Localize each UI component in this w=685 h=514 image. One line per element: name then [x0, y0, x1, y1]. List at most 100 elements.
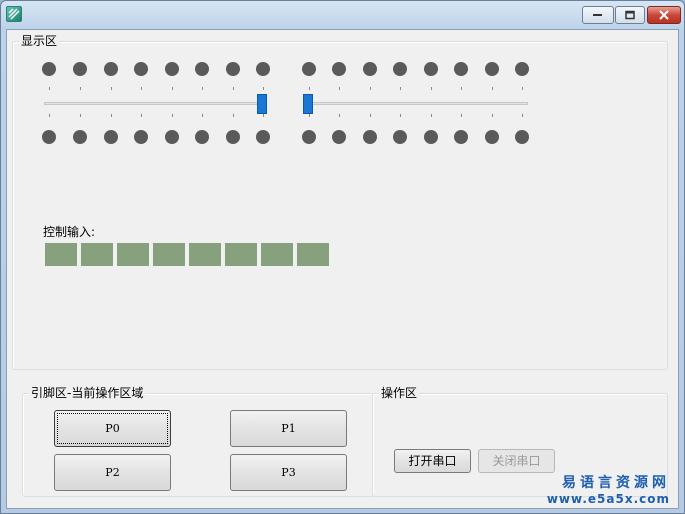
led-indicator	[195, 62, 209, 76]
control-input-label: 控制输入:	[43, 225, 96, 239]
control-input-cell[interactable]	[261, 243, 293, 266]
slider-tick	[263, 114, 264, 117]
led-indicator	[393, 62, 407, 76]
led-indicator	[42, 130, 56, 144]
slider-tick	[431, 87, 432, 90]
title-bar[interactable]	[1, 1, 684, 27]
slider-tick	[263, 87, 264, 90]
maximize-button[interactable]	[615, 6, 645, 24]
led-indicator	[454, 130, 468, 144]
led-indicator	[256, 130, 270, 144]
slider-tick	[522, 87, 523, 90]
led-indicator	[226, 62, 240, 76]
led-indicator	[485, 130, 499, 144]
led-indicator	[104, 130, 118, 144]
slider-tick	[202, 87, 203, 90]
led-indicator	[515, 62, 529, 76]
left-slider-track[interactable]	[44, 102, 265, 105]
led-indicator	[195, 130, 209, 144]
slider-tick	[80, 114, 81, 117]
slider-tick	[141, 114, 142, 117]
p1-button[interactable]: P1	[230, 410, 347, 447]
slider-tick	[522, 114, 523, 117]
led-indicator	[424, 62, 438, 76]
led-indicator	[454, 62, 468, 76]
control-input-cell[interactable]	[225, 243, 257, 266]
operation-area-label: 操作区	[379, 385, 420, 401]
led-indicator	[424, 130, 438, 144]
pin-area-label: 引脚区-当前操作区域	[29, 385, 146, 401]
main-window: 显示区 控制输入: 引脚区-当前操作区域 P0 P1 P2 P3 操作区 打开串…	[0, 0, 685, 514]
slider-tick	[431, 114, 432, 117]
close-button[interactable]	[647, 6, 681, 24]
display-area-label: 显示区	[19, 33, 60, 49]
led-indicator	[515, 130, 529, 144]
slider-tick	[370, 87, 371, 90]
slider-tick	[172, 87, 173, 90]
control-input-cell[interactable]	[117, 243, 149, 266]
slider-tick	[309, 87, 310, 90]
watermark-cn: 易语言资源网	[562, 475, 670, 491]
watermark: 易语言资源网 www.e5a5x.com	[547, 475, 670, 507]
slider-tick	[80, 87, 81, 90]
minimize-button[interactable]	[582, 6, 614, 24]
maximize-icon	[625, 10, 635, 20]
control-input-cell[interactable]	[297, 243, 329, 266]
led-indicator	[134, 130, 148, 144]
led-indicator	[485, 62, 499, 76]
watermark-url: www.e5a5x.com	[546, 492, 670, 506]
led-indicator	[226, 130, 240, 144]
p0-button[interactable]: P0	[54, 410, 171, 447]
left-slider-thumb[interactable]	[257, 94, 267, 114]
minimize-icon	[593, 14, 602, 16]
slider-tick	[400, 87, 401, 90]
slider-tick	[492, 114, 493, 117]
open-port-button[interactable]: 打开串口	[394, 449, 471, 473]
slider-tick	[202, 114, 203, 117]
slider-tick	[461, 114, 462, 117]
slider-tick	[492, 87, 493, 90]
app-logo-icon	[6, 6, 22, 22]
close-icon	[659, 10, 669, 20]
client-area: 显示区 控制输入: 引脚区-当前操作区域 P0 P1 P2 P3 操作区 打开串…	[6, 29, 679, 509]
p3-button[interactable]: P3	[230, 454, 347, 491]
led-indicator	[73, 130, 87, 144]
slider-tick	[461, 87, 462, 90]
slider-tick	[141, 87, 142, 90]
slider-tick	[339, 87, 340, 90]
led-indicator	[165, 62, 179, 76]
led-indicator	[134, 62, 148, 76]
led-indicator	[73, 62, 87, 76]
slider-tick	[49, 87, 50, 90]
led-indicator	[332, 130, 346, 144]
control-input-cell[interactable]	[153, 243, 185, 266]
led-indicator	[332, 62, 346, 76]
led-indicator	[363, 62, 377, 76]
slider-tick	[111, 87, 112, 90]
led-indicator	[302, 62, 316, 76]
control-input-cell[interactable]	[189, 243, 221, 266]
slider-tick	[49, 114, 50, 117]
right-slider-thumb[interactable]	[303, 94, 313, 114]
slider-tick	[339, 114, 340, 117]
control-input-cell[interactable]	[81, 243, 113, 266]
led-indicator	[393, 130, 407, 144]
control-input-cell[interactable]	[45, 243, 77, 266]
led-indicator	[302, 130, 316, 144]
slider-tick	[233, 87, 234, 90]
led-indicator	[104, 62, 118, 76]
slider-tick	[233, 114, 234, 117]
p2-button[interactable]: P2	[54, 454, 171, 491]
slider-tick	[172, 114, 173, 117]
led-indicator	[42, 62, 56, 76]
slider-tick	[370, 114, 371, 117]
slider-tick	[309, 114, 310, 117]
slider-tick	[111, 114, 112, 117]
close-port-button[interactable]: 关闭串口	[478, 449, 555, 473]
led-indicator	[165, 130, 179, 144]
right-slider-track[interactable]	[304, 102, 528, 105]
slider-tick	[400, 114, 401, 117]
display-area-group: 显示区	[12, 33, 668, 370]
led-indicator	[363, 130, 377, 144]
led-indicator	[256, 62, 270, 76]
